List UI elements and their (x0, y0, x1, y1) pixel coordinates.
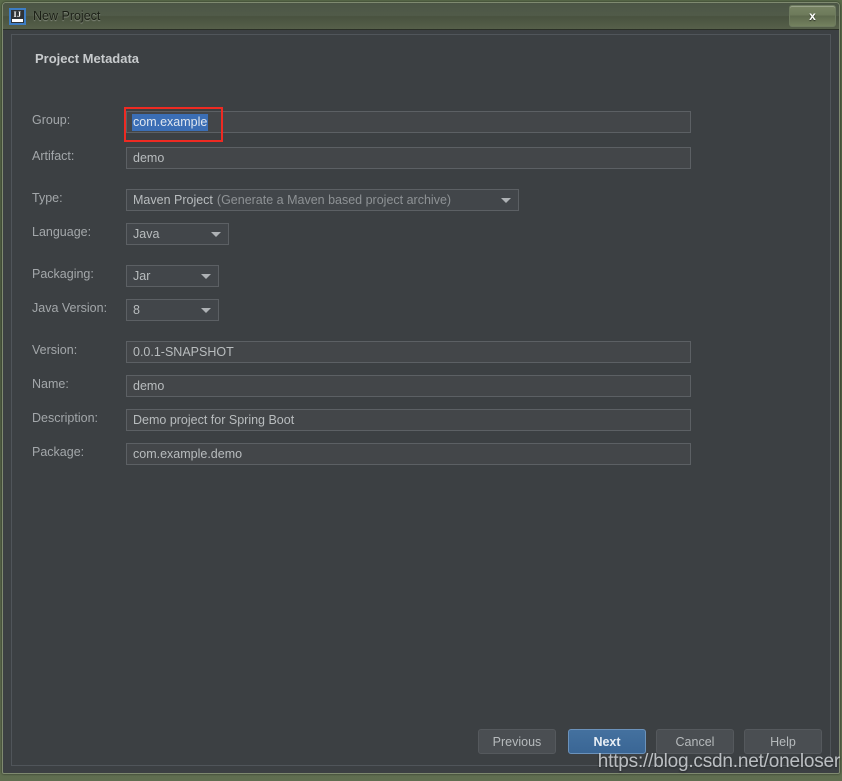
form-row-package: Package: com.example.demo (12, 443, 830, 465)
group-input-value: com.example (132, 113, 209, 131)
package-input[interactable]: com.example.demo (126, 443, 691, 465)
java-version-dropdown-value: 8 (133, 303, 140, 317)
next-button[interactable]: Next (568, 729, 646, 754)
form-row-description: Description: Demo project for Spring Boo… (12, 409, 830, 431)
dialog-content-panel: Project Metadata Group: com.example Arti… (11, 34, 831, 766)
form-row-packaging: Packaging: Jar (12, 265, 830, 287)
intellij-idea-icon: IJ (9, 7, 26, 25)
help-button[interactable]: Help (744, 729, 822, 754)
dialog-footer: Previous Next Cancel Help (12, 729, 830, 755)
artifact-input[interactable]: demo (126, 147, 691, 169)
cancel-button[interactable]: Cancel (656, 729, 734, 754)
form-row-java-version: Java Version: 8 (12, 299, 830, 321)
label-version: Version: (32, 343, 78, 357)
description-input[interactable]: Demo project for Spring Boot (126, 409, 691, 431)
form-row-name: Name: demo (12, 375, 830, 397)
language-dropdown-value: Java (133, 227, 160, 241)
type-dropdown-value: Maven Project (133, 193, 213, 207)
section-title: Project Metadata (35, 51, 140, 66)
label-packaging: Packaging: (32, 267, 94, 281)
type-dropdown-hint: (Generate a Maven based project archive) (216, 193, 452, 207)
form-row-artifact: Artifact: demo (12, 147, 830, 169)
label-java-version: Java Version: (32, 301, 108, 315)
type-dropdown[interactable]: Maven Project (Generate a Maven based pr… (126, 189, 519, 211)
label-package: Package: (32, 445, 85, 459)
new-project-dialog: IJ New Project x Project Metadata Group:… (2, 2, 840, 774)
name-input[interactable]: demo (126, 375, 691, 397)
title-bar: IJ New Project x (3, 3, 839, 30)
label-type: Type: (32, 191, 63, 205)
packaging-dropdown-value: Jar (133, 269, 151, 283)
label-name: Name: (32, 377, 69, 391)
chevron-down-icon (211, 232, 221, 237)
java-version-dropdown[interactable]: 8 (126, 299, 219, 321)
packaging-dropdown[interactable]: Jar (126, 265, 219, 287)
label-description: Description: (32, 411, 98, 425)
form-row-group: Group: com.example (12, 111, 830, 133)
label-artifact: Artifact: (32, 149, 75, 163)
language-dropdown[interactable]: Java (126, 223, 229, 245)
previous-button[interactable]: Previous (478, 729, 556, 754)
form-row-language: Language: Java (12, 223, 830, 245)
label-group: Group: (32, 113, 71, 127)
form-row-type: Type: Maven Project (Generate a Maven ba… (12, 189, 830, 211)
close-icon: x (809, 9, 816, 23)
window-title: New Project (33, 9, 101, 23)
group-input[interactable]: com.example (126, 111, 691, 133)
close-button[interactable]: x (789, 5, 836, 27)
form-row-version: Version: 0.0.1-SNAPSHOT (12, 341, 830, 363)
chevron-down-icon (501, 198, 511, 203)
chevron-down-icon (201, 274, 211, 279)
version-input[interactable]: 0.0.1-SNAPSHOT (126, 341, 691, 363)
chevron-down-icon (201, 308, 211, 313)
label-language: Language: (32, 225, 92, 239)
intellij-idea-icon-bar (12, 18, 23, 22)
